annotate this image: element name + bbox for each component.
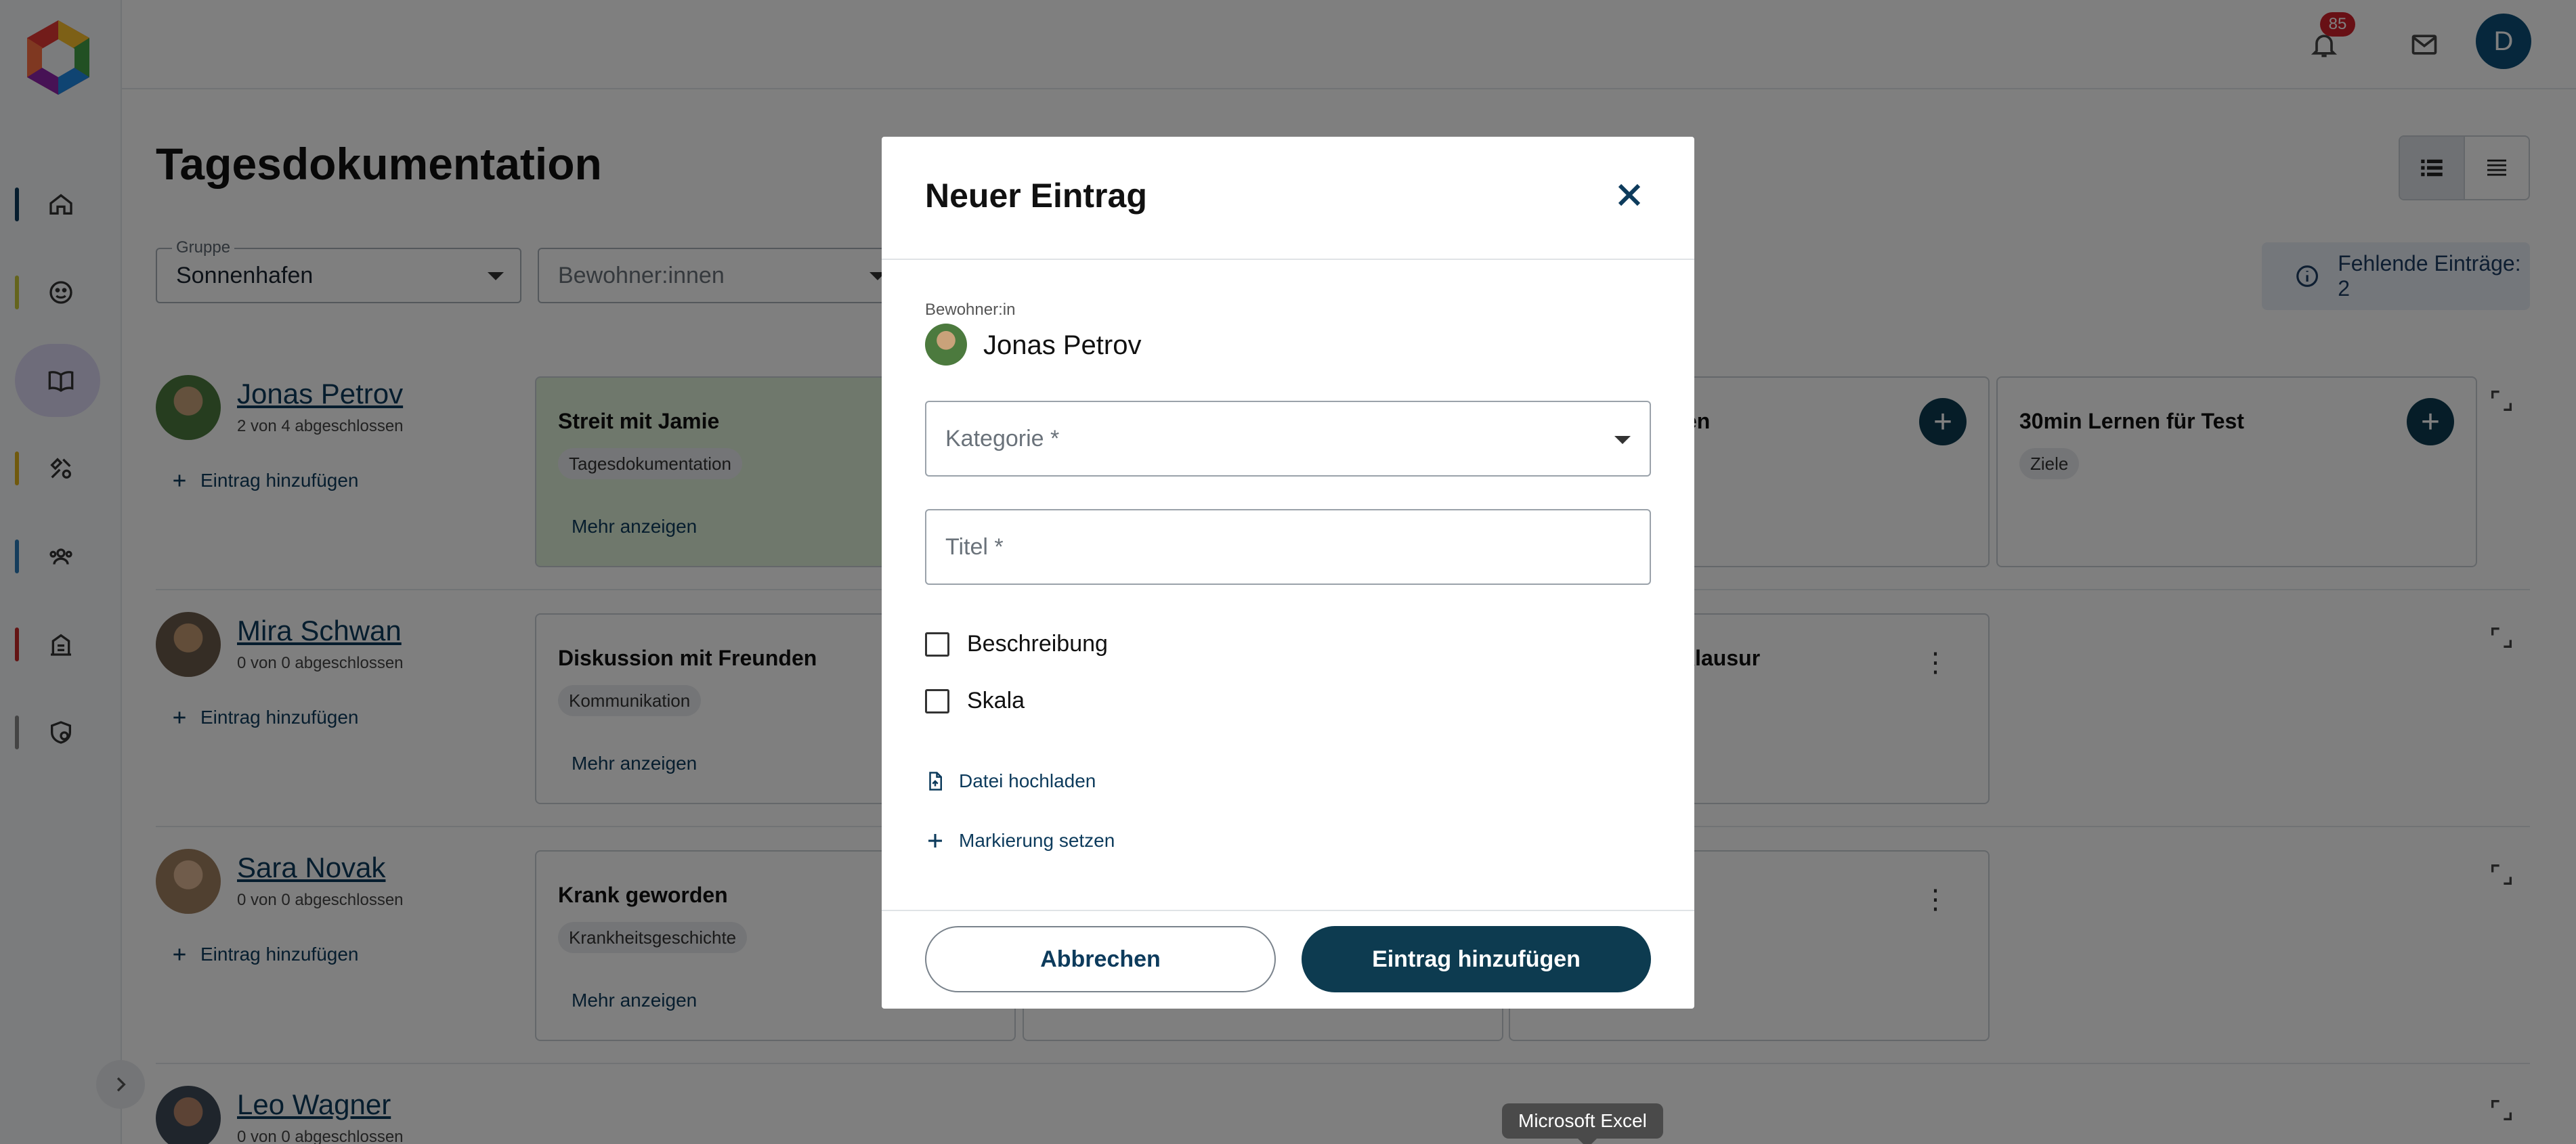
title-placeholder: Titel * [945,533,1004,560]
dialog-title: Neuer Eintrag [925,177,1147,215]
title-input[interactable]: Titel * [925,509,1651,585]
taskbar-tooltip: Microsoft Excel [1502,1103,1663,1144]
resident-avatar [925,324,967,366]
file-upload-icon [929,772,942,791]
category-placeholder: Kategorie * [945,425,1060,452]
checkbox-box[interactable] [925,688,949,713]
set-marker-link[interactable]: Markierung setzen [925,830,1115,852]
dialog-divider [882,910,1694,911]
resident-name: Jonas Petrov [983,330,1142,360]
scale-checkbox-label: Skala [967,688,1025,713]
chevron-down-icon [1614,436,1631,444]
checkbox-box[interactable] [925,632,949,657]
set-marker-label: Markierung setzen [959,830,1115,851]
cancel-button[interactable]: Abbrechen [925,926,1276,992]
dialog-divider [882,259,1694,260]
upload-file-label: Datei hochladen [959,770,1096,791]
description-checkbox-label: Beschreibung [967,631,1108,657]
plus-icon [928,834,942,848]
close-icon[interactable] [1613,179,1646,211]
resident-field-label: Bewohner:in [925,301,1016,319]
description-checkbox[interactable]: Beschreibung [925,631,1108,657]
add-entry-button[interactable]: Eintrag hinzufügen [1302,926,1651,992]
scale-checkbox[interactable]: Skala [925,688,1025,714]
new-entry-dialog: Neuer Eintrag Bewohner:in Jonas Petrov K… [882,137,1694,1009]
category-select[interactable]: Kategorie * [925,401,1651,477]
upload-file-link[interactable]: Datei hochladen [925,770,1096,792]
